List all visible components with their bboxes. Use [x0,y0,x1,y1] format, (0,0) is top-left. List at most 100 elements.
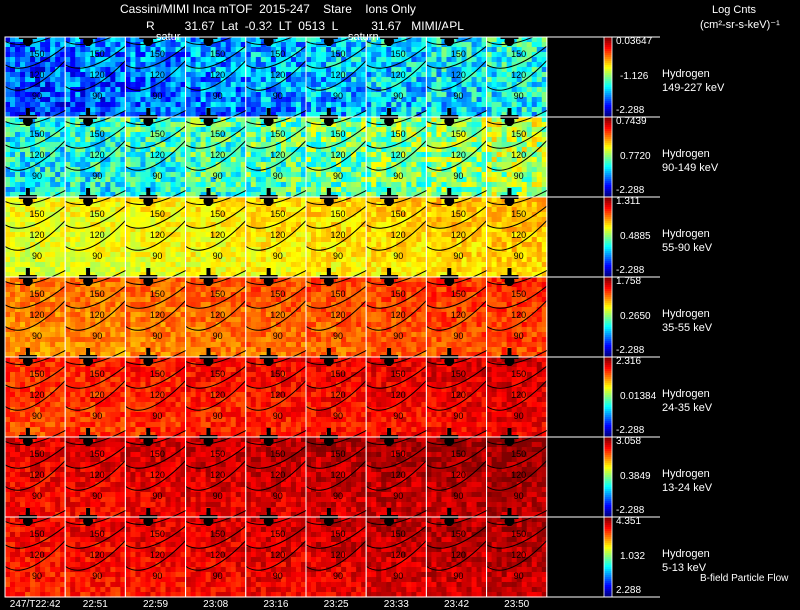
colorbar-mid-label: 0.3849 [620,471,651,482]
contour-label: 150 [330,209,345,219]
image-cell: 15012090 [426,188,487,278]
contour-label: 120 [29,150,44,160]
x-tick-label: 22:59 [130,599,182,610]
contour-label: 90 [32,91,42,101]
contour-label: 120 [511,310,526,320]
image-cell: 15012090 [366,268,427,358]
image-cell: 15012090 [186,428,247,518]
contour-label: 150 [451,209,466,219]
contour-label: 150 [150,529,165,539]
colorbar-min-label: -2.288 [616,265,644,276]
contour-label: 150 [451,369,466,379]
contour-label: 120 [330,70,345,80]
contour-label: 150 [511,369,526,379]
contour-label: 90 [514,171,524,181]
image-cell: 15012090 [5,188,66,278]
colorbar-mid-label: 0.7720 [620,151,651,162]
energy-label: 35-55 keV [662,321,712,335]
contour-label: 120 [29,550,44,560]
image-cell: 15012090 [366,508,427,598]
image-cell: 150 120 90 [487,508,548,598]
contour-label: 150 [391,49,406,59]
image-cell: 15012090 [125,188,186,278]
contour-label: 90 [92,91,102,101]
contour-label: 90 [32,171,42,181]
contour-label: 150 [150,369,165,379]
contour-label: 150 [270,369,285,379]
contour-label: 90 [453,411,463,421]
contour-label: 120 [391,230,406,240]
contour-label: 150 [29,209,44,219]
contour-label: 90 [333,411,343,421]
contour-label: 90 [273,91,283,101]
color-bar [604,517,612,598]
contour-label: 150 [511,529,526,539]
contour-label: 90 [92,571,102,581]
image-cell: 15012090 [306,428,367,518]
contour-label: 120 [90,390,105,400]
image-cell: 15012090 [65,428,126,518]
footer-note: B-field Particle Flow [700,573,788,584]
contour-label: 150 [451,529,466,539]
image-cell: 15012090 [487,348,548,438]
colorbar-max-label: 1.758 [616,276,641,287]
species-label: Hydrogen [662,147,710,161]
saturn-label: saturn [348,31,379,43]
contour-label: 120 [451,390,466,400]
contour-label: 120 [391,470,406,480]
image-cell: 15012090 [5,428,66,518]
contour-label: 120 [90,470,105,480]
contour-label: 120 [270,150,285,160]
contour-label: 90 [152,251,162,261]
image-cell: 15012090 [366,428,427,518]
contour-label: 120 [391,550,406,560]
contour-label: 120 [150,230,165,240]
contour-label: 120 [330,230,345,240]
contour-label: 120 [451,470,466,480]
contour-label: 120 [210,470,225,480]
image-cell: 15012090 [246,188,307,278]
color-bar [604,37,612,118]
contour-label: 90 [213,171,223,181]
image-cell: 15012090 [186,28,247,118]
image-cell: 15012090 [366,188,427,278]
species-label: Hydrogen [662,387,710,401]
contour-label: 120 [511,550,526,560]
contour-label: 120 [210,230,225,240]
image-cell: 15012090 [487,28,548,118]
contour-label: 120 [29,470,44,480]
contour-label: 150 [511,49,526,59]
contour-label: 90 [32,491,42,501]
contour-label: 120 [451,70,466,80]
image-cell: 15012090 [306,268,367,358]
contour-label: 120 [90,70,105,80]
contour-label: 90 [273,251,283,261]
image-cell: 150 120 90 [426,348,487,438]
image-cell: 15012090 [487,188,548,278]
energy-label: 149-227 keV [662,81,724,95]
contour-label: 150 [391,289,406,299]
contour-label: 90 [393,91,403,101]
contour-label: 120 [210,390,225,400]
contour-label: 90 [453,331,463,341]
panel-row: 1501209015012090150120901501209015012090… [5,428,547,518]
contour-label: 150 [29,49,44,59]
x-tick-label: 23:42 [431,599,483,610]
contour-label: 150 [90,449,105,459]
image-cell: 15012090 [65,28,126,118]
color-bar [604,277,612,358]
contour-label: 90 [393,411,403,421]
contour-label: 90 [92,171,102,181]
energy-label: 90-149 keV [662,161,718,175]
contour-label: 120 [150,470,165,480]
image-cell: 15012090 [65,348,126,438]
energy-label: 24-35 keV [662,401,712,415]
contour-label: 120 [29,70,44,80]
contour-label: 90 [514,91,524,101]
contour-label: 150 [90,289,105,299]
contour-label: 150 [150,49,165,59]
image-cell: 15012090 [306,108,367,198]
contour-label: 90 [514,571,524,581]
contour-label: 150 [330,49,345,59]
contour-label: 90 [273,331,283,341]
